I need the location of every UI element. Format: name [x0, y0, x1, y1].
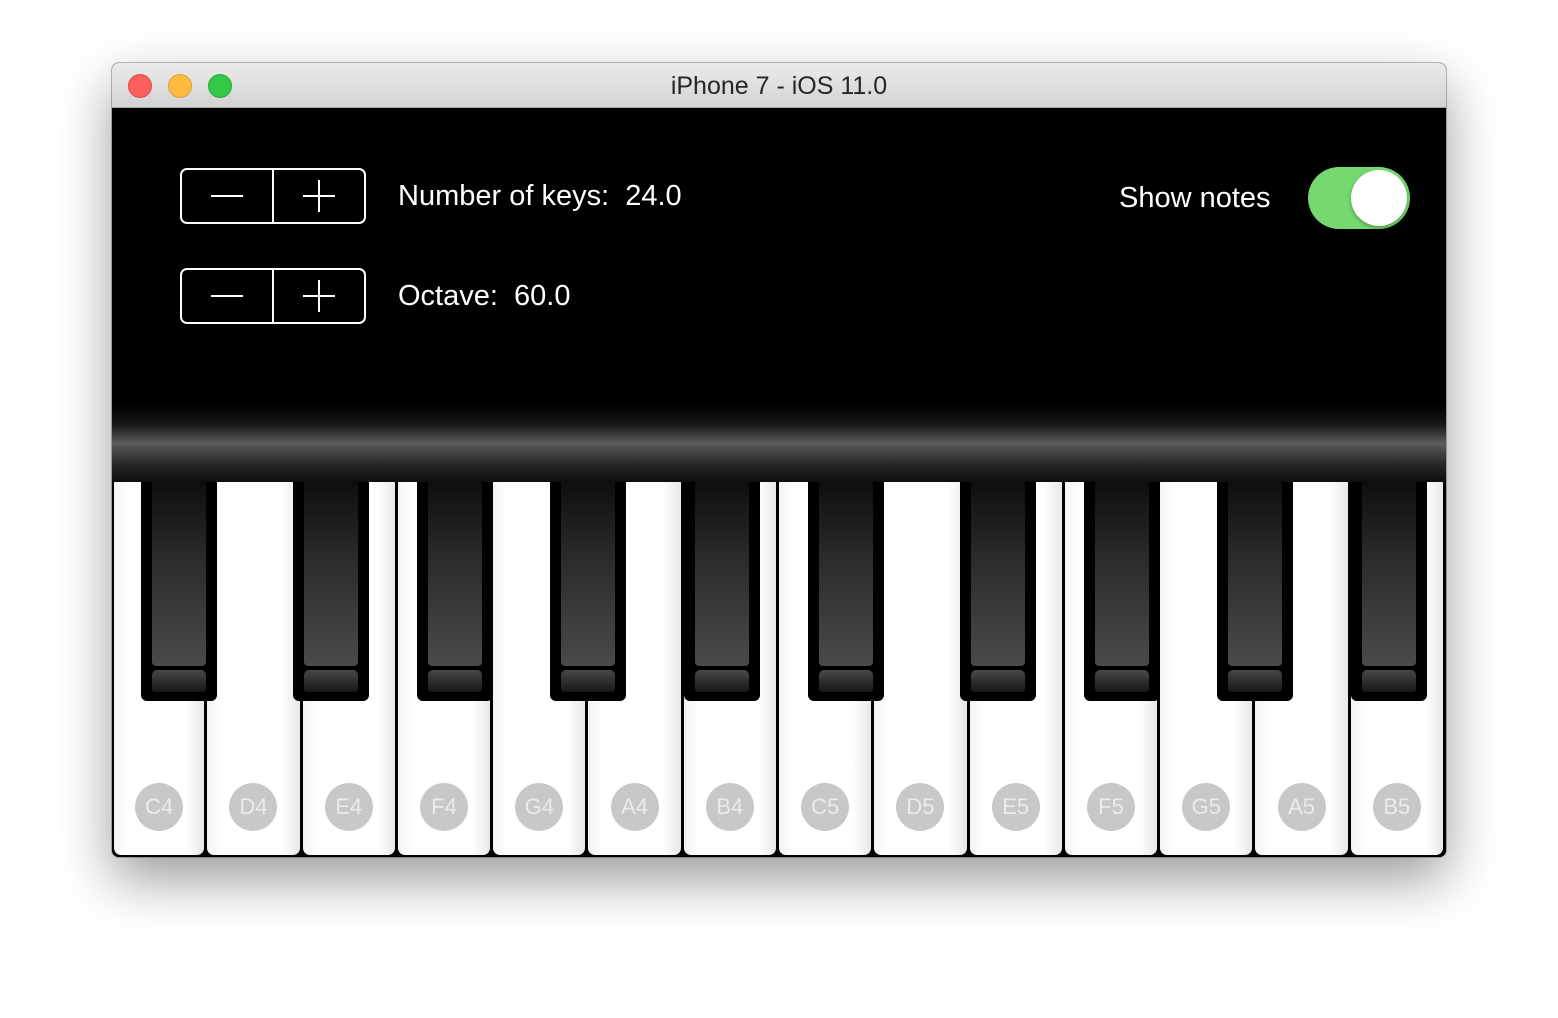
note-label: A5	[1277, 783, 1326, 831]
black-key-face	[1361, 482, 1416, 666]
black-key-face	[1228, 482, 1283, 666]
simulator-window: iPhone 7 - iOS 11.0 Number of keys: 24.0…	[112, 63, 1446, 857]
minus-icon	[211, 295, 243, 297]
black-key[interactable]	[417, 482, 494, 701]
black-key-lip	[303, 670, 358, 692]
black-key-lip	[1228, 670, 1283, 692]
keyboard-felt-strip	[112, 404, 1446, 482]
octave-decrement-button[interactable]	[182, 270, 274, 322]
note-label: G5	[1182, 783, 1231, 831]
octave-stepper	[180, 268, 366, 324]
app-screen: Number of keys: 24.0 Octave: 60.0 Show n…	[112, 108, 1446, 857]
black-key-lip	[694, 670, 749, 692]
title-bar[interactable]: iPhone 7 - iOS 11.0	[112, 63, 1446, 108]
black-key[interactable]	[959, 482, 1036, 701]
note-label: G4	[515, 783, 564, 831]
note-label: E5	[991, 783, 1040, 831]
black-key-lip	[819, 670, 874, 692]
black-key-face	[303, 482, 358, 666]
note-label: C4	[135, 783, 184, 831]
black-key-lip	[561, 670, 616, 692]
black-key[interactable]	[550, 482, 627, 701]
black-key[interactable]	[141, 482, 218, 701]
black-key-face	[694, 482, 749, 666]
black-key-face	[152, 482, 207, 666]
note-label: D5	[896, 783, 945, 831]
black-key-face	[970, 482, 1025, 666]
note-label: C5	[801, 783, 850, 831]
black-key-lip	[428, 670, 483, 692]
note-label: A4	[610, 783, 659, 831]
note-label: D4	[229, 783, 278, 831]
black-key-face	[428, 482, 483, 666]
octave-label: Octave: 60.0	[398, 280, 571, 312]
note-label: F5	[1086, 783, 1135, 831]
keys-decrement-button[interactable]	[182, 170, 274, 222]
minus-icon	[211, 195, 243, 197]
keys-increment-button[interactable]	[274, 170, 364, 222]
switch-knob	[1351, 170, 1407, 226]
show-notes-switch[interactable]	[1308, 167, 1410, 229]
black-key[interactable]	[808, 482, 885, 701]
note-label: E4	[324, 783, 373, 831]
black-key-lip	[1095, 670, 1150, 692]
note-label: B4	[705, 783, 754, 831]
black-key[interactable]	[1084, 482, 1161, 701]
black-key[interactable]	[683, 482, 760, 701]
black-key-lip	[970, 670, 1025, 692]
black-key-face	[561, 482, 616, 666]
show-notes-label: Show notes	[1119, 182, 1271, 214]
white-key[interactable]: D5	[874, 482, 967, 855]
black-key-face	[819, 482, 874, 666]
black-key[interactable]	[1217, 482, 1294, 701]
black-key-lip	[1361, 670, 1416, 692]
keys-stepper	[180, 168, 366, 224]
piano-keyboard: C4 D4 E4 F4 G4 A4 B4 C5 D5 E5 F5 G5 A5 B5	[112, 482, 1446, 857]
black-key[interactable]	[1350, 482, 1427, 701]
white-key[interactable]: D4	[207, 482, 300, 855]
keys-count-label: Number of keys: 24.0	[398, 180, 682, 212]
note-label: F4	[419, 783, 468, 831]
window-title: iPhone 7 - iOS 11.0	[670, 72, 888, 100]
black-key-lip	[152, 670, 207, 692]
black-key-face	[1095, 482, 1150, 666]
note-label: B5	[1372, 783, 1421, 831]
black-key[interactable]	[292, 482, 369, 701]
octave-increment-button[interactable]	[274, 270, 364, 322]
